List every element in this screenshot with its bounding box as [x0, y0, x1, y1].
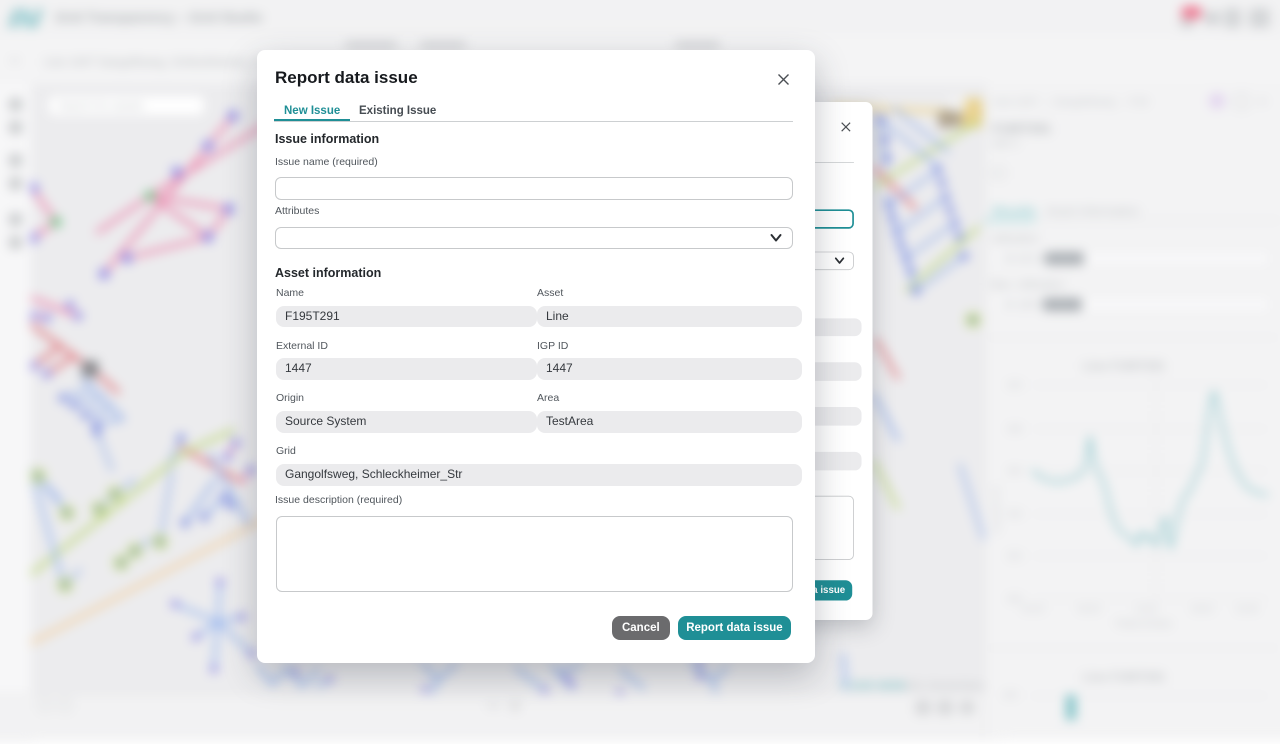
svg-text:Line F195T291: Line F195T291 [1083, 670, 1166, 684]
svg-text:400: 400 [1007, 380, 1022, 390]
svg-text:Point of time: Point of time [1116, 619, 1172, 630]
svg-text:18:00: 18:00 [1191, 604, 1214, 614]
svg-text:398: 398 [1007, 424, 1022, 434]
svg-text:390: 390 [1007, 594, 1022, 604]
svg-text:Line F195T291: Line F195T291 [1083, 359, 1166, 373]
svg-text:Current in A: Current in A [991, 486, 1001, 534]
svg-text:396: 396 [1007, 466, 1022, 476]
svg-text:494, Deutschland: 494, Deutschland [905, 680, 984, 692]
svg-text:Search for assets: Search for assets [58, 100, 144, 112]
svg-text:© 2025 HERE: © 2025 HERE [840, 680, 906, 692]
svg-text:12:00: 12:00 [1135, 604, 1158, 614]
svg-text:394: 394 [1007, 509, 1022, 519]
svg-text:23:45: 23:45 [1236, 604, 1259, 614]
svg-text:392: 392 [1007, 551, 1022, 561]
svg-text:300: 300 [1003, 690, 1018, 700]
svg-text:06:00: 06:00 [1078, 604, 1101, 614]
svg-text:00:00: 00:00 [1022, 604, 1045, 614]
